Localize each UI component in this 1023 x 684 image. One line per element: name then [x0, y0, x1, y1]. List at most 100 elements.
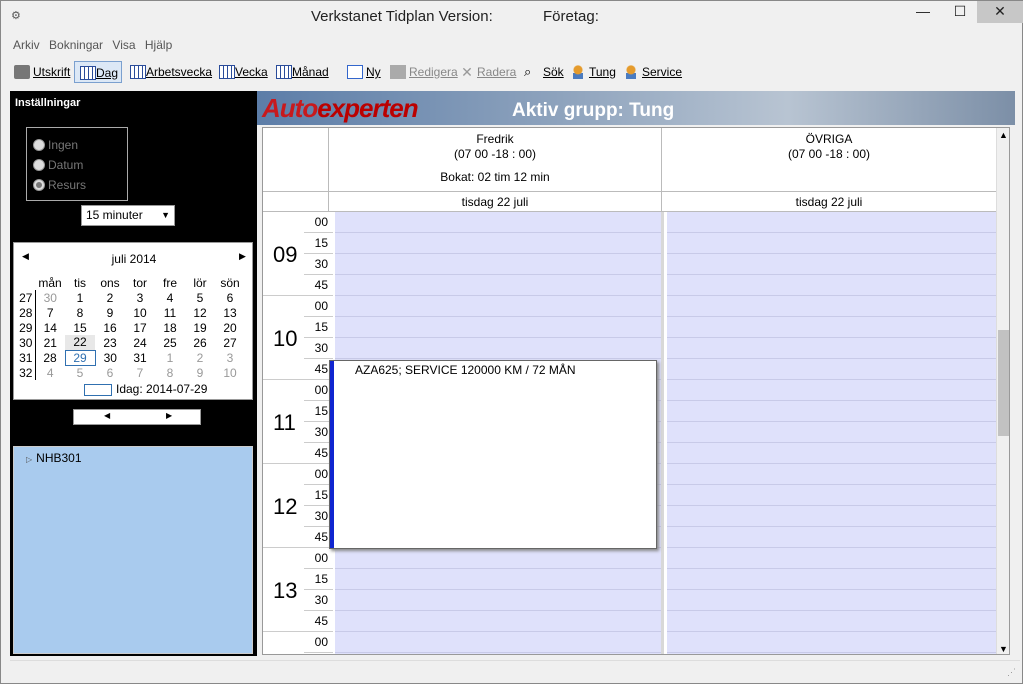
week-view-button[interactable]: Vecka: [214, 61, 268, 83]
calendar-day[interactable]: 18: [155, 320, 185, 335]
calendar-day[interactable]: 17: [125, 320, 155, 335]
settings-title: Inställningar: [15, 97, 81, 109]
booking-item[interactable]: AZA625; SERVICE 120000 KM / 72 MÅN: [329, 360, 657, 549]
print-button[interactable]: Utskrift: [12, 61, 70, 83]
service-label: Service: [642, 65, 683, 79]
resize-grip-icon[interactable]: ⋰: [1007, 667, 1016, 678]
print-label: Utskrift: [33, 65, 71, 79]
today-label: Idag: 2014-07-29: [116, 382, 208, 396]
calendar-day[interactable]: 31: [125, 350, 155, 365]
radio-label: Resurs: [48, 178, 87, 192]
calendar-day[interactable]: 7: [125, 365, 155, 380]
today-indicator[interactable]: Idag: 2014-07-29: [84, 382, 207, 396]
calendar-day[interactable]: 29: [64, 349, 96, 366]
calendar-grid: mån tis ons tor fre lör sön 27 30 1 2 3 4 5 6 28 7 8 9 10 11…: [17, 275, 245, 380]
calendar-day-icon: [80, 65, 96, 80]
calendar-day[interactable]: 8: [155, 365, 185, 380]
search-button[interactable]: ⌕ Sök: [522, 61, 564, 83]
calendar-day[interactable]: 20: [215, 320, 245, 335]
close-button[interactable]: ✕: [977, 1, 1023, 23]
heavy-group-button[interactable]: Tung: [568, 61, 616, 83]
date-corner: [263, 192, 329, 212]
calendar-day[interactable]: 27: [215, 335, 245, 350]
week-number: 30: [17, 335, 36, 350]
calendar-day[interactable]: 9: [95, 305, 125, 320]
menu-visa[interactable]: Visa: [109, 35, 138, 55]
service-group-button[interactable]: Service: [621, 61, 682, 83]
calendar-day[interactable]: 1: [155, 350, 185, 365]
workweek-view-button[interactable]: Arbetsvecka: [125, 61, 212, 83]
calendar-day[interactable]: 5: [65, 365, 95, 380]
calendar-day[interactable]: 26: [185, 335, 215, 350]
menu-bokningar[interactable]: Bokningar: [46, 35, 106, 55]
resource-booked: Bokat: 02 tim 12 min: [440, 170, 550, 184]
calendar-day[interactable]: 24: [125, 335, 155, 350]
calendar-day[interactable]: 22: [65, 335, 95, 350]
calendar-day[interactable]: 14: [35, 320, 65, 335]
banner: Autoexperten Aktiv grupp: Tung: [257, 91, 1015, 125]
month-view-button[interactable]: Månad: [271, 61, 329, 83]
chevron-down-icon: ▼: [161, 210, 170, 220]
radio-datum[interactable]: Datum: [33, 158, 83, 172]
minimize-button[interactable]: —: [901, 1, 945, 23]
calendar-day[interactable]: 8: [65, 305, 95, 320]
date-scroller: ◀ ▶: [73, 409, 201, 425]
radio-resurs[interactable]: Resurs: [33, 178, 86, 192]
expand-icon[interactable]: ▷: [26, 455, 32, 464]
calendar-day[interactable]: 1: [65, 290, 95, 305]
calendar-day[interactable]: 30: [35, 290, 65, 305]
radio-dot: [33, 158, 45, 171]
calendar-day[interactable]: 3: [125, 290, 155, 305]
menu-hjalp[interactable]: Hjälp: [142, 35, 175, 55]
calendar-day[interactable]: 12: [185, 305, 215, 320]
hour-cell: 10: [263, 296, 333, 380]
calendar-day[interactable]: 19: [185, 320, 215, 335]
day-view-button[interactable]: Dag: [74, 61, 123, 83]
calendar-day[interactable]: 3: [215, 350, 245, 365]
resource-header[interactable]: ÖVRIGA (07 00 -18 : 00): [662, 128, 996, 192]
company-label: Företag:: [543, 8, 599, 25]
calendar-day[interactable]: 7: [35, 305, 65, 320]
tree-node[interactable]: ▷ NHB301: [26, 451, 82, 465]
calendar-day[interactable]: 21: [35, 335, 65, 350]
scroll-right-icon[interactable]: ▶: [166, 411, 172, 420]
calendar-day[interactable]: 11: [155, 305, 185, 320]
calendar-month-title: juli 2014: [111, 252, 157, 266]
scroll-up-icon[interactable]: ▲: [999, 130, 1008, 140]
calendar-day[interactable]: 2: [185, 350, 215, 365]
calendar-day[interactable]: 23: [95, 335, 125, 350]
calendar-day[interactable]: 5: [185, 290, 215, 305]
radio-ingen[interactable]: Ingen: [33, 138, 78, 152]
calendar-day[interactable]: 2: [95, 290, 125, 305]
resource-hours: (07 00 -18 : 00): [787, 147, 871, 161]
calendar-day[interactable]: 28: [35, 350, 65, 365]
hour-label: 11: [273, 410, 296, 435]
calendar-day[interactable]: 10: [125, 305, 155, 320]
calendar-day[interactable]: 10: [215, 365, 245, 380]
calendar-day[interactable]: 15: [65, 320, 95, 335]
scroll-thumb[interactable]: [998, 330, 1009, 436]
maximize-button[interactable]: ☐: [945, 1, 975, 23]
calendar-day[interactable]: 30: [95, 350, 125, 365]
scroll-left-icon[interactable]: ◀: [104, 411, 110, 420]
resource-header[interactable]: Fredrik (07 00 -18 : 00) Bokat: 02 tim 1…: [329, 128, 662, 192]
calendar-day[interactable]: 9: [185, 365, 215, 380]
calendar-day[interactable]: 4: [155, 290, 185, 305]
scroll-down-icon[interactable]: ▼: [999, 644, 1008, 654]
week-number: 32: [17, 365, 36, 380]
calendar-day[interactable]: 25: [155, 335, 185, 350]
calendar-day[interactable]: 4: [35, 365, 65, 380]
resource-name: ÖVRIGA: [805, 132, 853, 146]
calendar-day[interactable]: 6: [95, 365, 125, 380]
vertical-scrollbar[interactable]: ▲ ▼: [996, 128, 1009, 654]
menu-arkiv[interactable]: Arkiv: [10, 35, 43, 55]
resource-column[interactable]: [667, 212, 996, 654]
calendar-day[interactable]: 6: [215, 290, 245, 305]
delete-button[interactable]: ✕ Radera: [458, 61, 516, 83]
search-label: Sök: [543, 65, 564, 79]
calendar-day[interactable]: 13: [215, 305, 245, 320]
interval-select[interactable]: 15 minuter ▼: [81, 205, 175, 226]
edit-button[interactable]: Redigera: [388, 61, 458, 83]
new-button[interactable]: Ny: [345, 61, 381, 83]
calendar-day[interactable]: 16: [95, 320, 125, 335]
